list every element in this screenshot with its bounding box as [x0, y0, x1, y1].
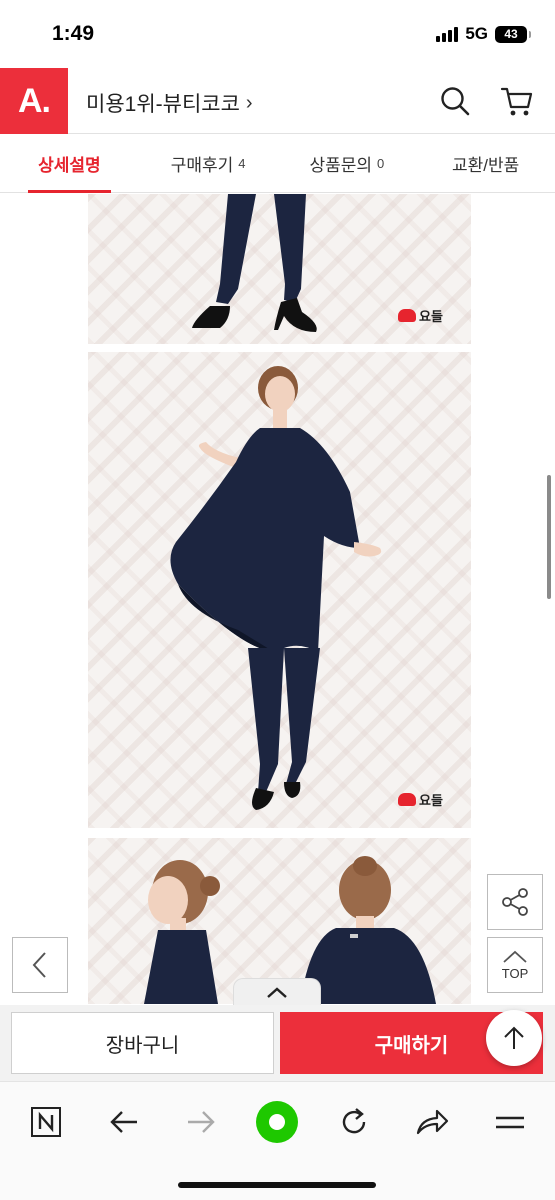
elephant-logo-icon: [398, 793, 416, 806]
app-header: A. 미용1위-뷰티코코 ›: [0, 68, 555, 134]
home-indicator: [178, 1182, 376, 1188]
chevron-up-icon: [503, 950, 527, 963]
top-label: TOP: [501, 965, 529, 981]
tab-label: 구매후기: [170, 156, 234, 175]
brand-watermark-text: 요들: [419, 793, 443, 808]
forward-arrow-icon[interactable]: [179, 1100, 223, 1144]
tab-reviews[interactable]: 구매후기 4: [139, 135, 278, 192]
back-arrow-icon[interactable]: [102, 1100, 146, 1144]
brand-logo[interactable]: A.: [0, 68, 68, 134]
network-label: 5G: [465, 24, 488, 43]
tab-label: 상세설명: [38, 156, 101, 175]
collapse-handle[interactable]: [233, 978, 321, 1006]
share-button[interactable]: [487, 874, 543, 930]
prev-button[interactable]: [12, 937, 68, 993]
menu-icon[interactable]: [488, 1100, 532, 1144]
scroll-to-top-button[interactable]: [486, 1010, 542, 1066]
store-name: 미용1위-뷰티코코: [86, 93, 240, 116]
detail-tabs: 상세설명 구매후기 4 상품문의 0 교환/반품: [0, 135, 555, 193]
store-link[interactable]: 미용1위-뷰티코코 ›: [86, 88, 253, 118]
chevron-up-icon: [267, 986, 287, 998]
status-time: 1:49: [52, 22, 95, 45]
green-home-icon[interactable]: [255, 1100, 299, 1144]
model-wearing-cape-illustration: [170, 366, 382, 810]
top-button[interactable]: TOP: [487, 937, 543, 993]
battery-icon: 43: [495, 25, 531, 43]
naver-icon[interactable]: [24, 1100, 68, 1144]
signal-icon: [436, 26, 459, 42]
status-bar: 1:49 5G 43: [0, 0, 555, 68]
share-arrow-icon[interactable]: [410, 1100, 454, 1144]
cart-icon[interactable]: [498, 82, 536, 120]
tab-detail[interactable]: 상세설명: [0, 135, 139, 193]
brand-watermark-text: 요들: [419, 309, 443, 324]
battery-level: 43: [504, 27, 518, 41]
search-icon[interactable]: [436, 82, 474, 120]
product-image-model-front: 요들: [88, 352, 471, 828]
share-icon: [502, 888, 528, 916]
tab-questions[interactable]: 상품문의 0: [278, 135, 417, 192]
product-image-legs: 요들: [88, 194, 471, 344]
brand-watermark: 요들: [398, 306, 443, 325]
product-detail-content: 요들 요들: [0, 194, 555, 1004]
chevron-right-icon: ›: [245, 91, 253, 114]
arrow-up-icon: [504, 1026, 524, 1049]
tab-returns[interactable]: 교환/반품: [416, 135, 555, 192]
reload-icon[interactable]: [332, 1100, 376, 1144]
tab-label: 상품문의: [309, 156, 373, 175]
browser-toolbar: [0, 1081, 555, 1200]
tab-label: 교환/반품: [451, 156, 520, 175]
status-indicators: 5G 43: [436, 24, 531, 44]
add-to-cart-button[interactable]: 장바구니: [11, 1012, 274, 1074]
tab-count: 0: [377, 156, 385, 171]
elephant-logo-icon: [398, 309, 416, 322]
chevron-left-icon: [32, 952, 46, 978]
scroll-indicator: [547, 475, 551, 599]
tab-count: 4: [238, 156, 246, 171]
brand-watermark: 요들: [398, 790, 443, 809]
purchase-bar: 장바구니 구매하기: [0, 1005, 555, 1081]
